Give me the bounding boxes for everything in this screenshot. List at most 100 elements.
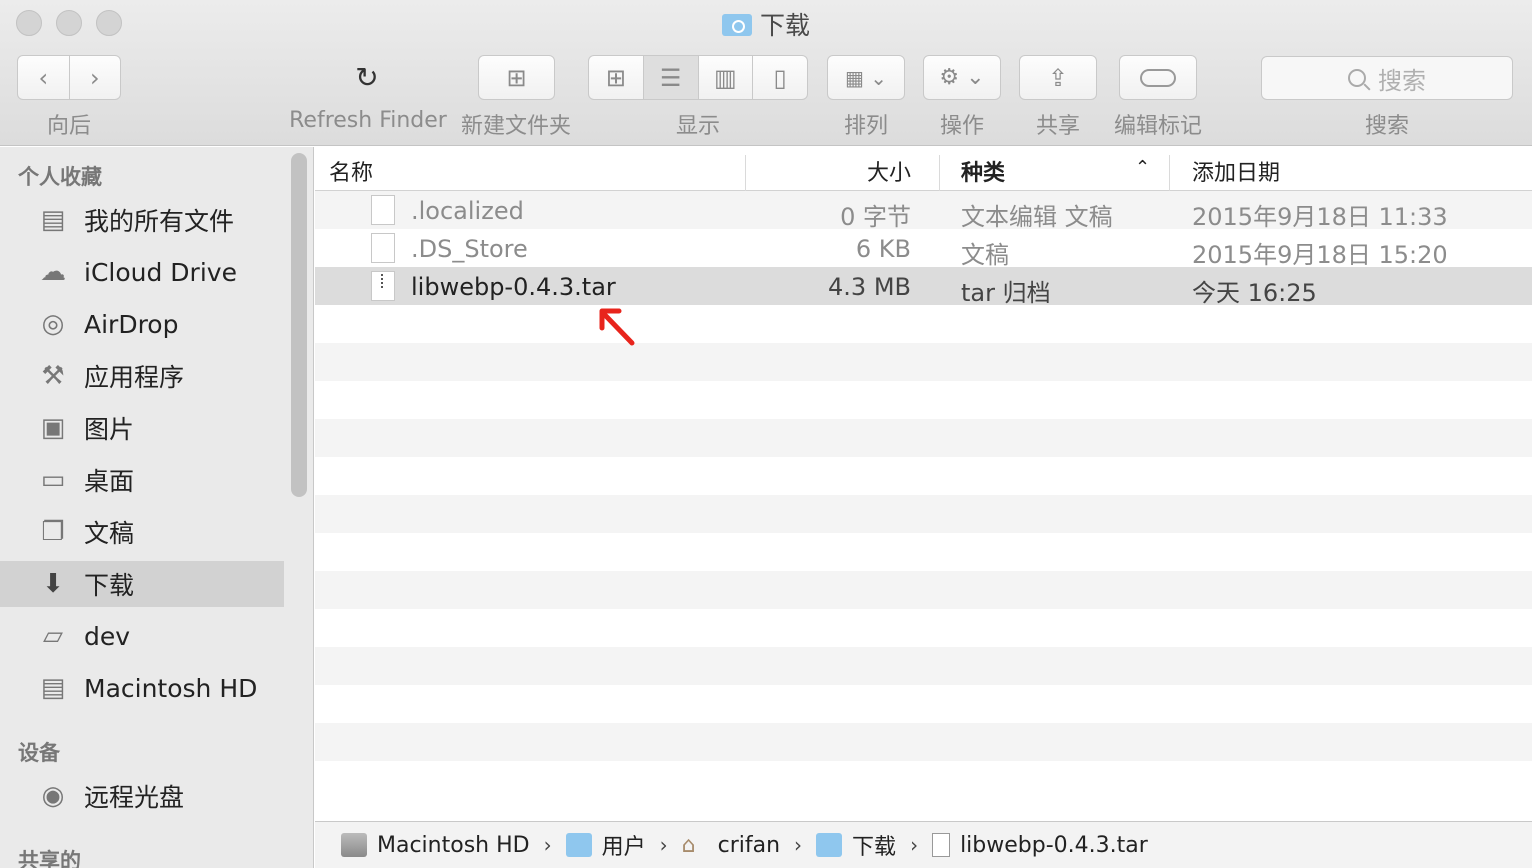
empty-row — [315, 381, 1532, 419]
share-icon: ⇪ — [1047, 63, 1069, 92]
arrange-label: 排列 — [843, 114, 888, 139]
refresh-finder-button[interactable]: ↻ — [330, 55, 404, 100]
icon-view-button[interactable]: ⊞ — [589, 56, 644, 99]
action-label: 操作 — [939, 114, 984, 139]
path-crumb-home[interactable]: ⌂ crifan — [682, 833, 780, 858]
list-icon: ☰ — [659, 63, 682, 92]
edit-tags-button[interactable] — [1119, 55, 1197, 100]
users-folder-icon — [565, 833, 592, 857]
path-crumb-downloads[interactable]: 下载 — [816, 829, 896, 861]
column-header-kind[interactable]: 种类 — [961, 155, 1005, 187]
sidebar-item-desktop[interactable]: ▭ 桌面 — [0, 457, 284, 503]
file-kind: 文稿 — [961, 241, 1009, 269]
sidebar-item-icloud-drive[interactable]: ☁ iCloud Drive — [0, 249, 284, 295]
sidebar-item-label: iCloud Drive — [84, 257, 237, 287]
sidebar-item-dev[interactable]: ▱ dev — [0, 613, 284, 659]
back-button[interactable]: ‹ — [18, 56, 70, 99]
file-name: .DS_Store — [411, 235, 528, 263]
share-label: 共享 — [1035, 114, 1080, 139]
empty-row — [315, 533, 1532, 571]
empty-row — [315, 457, 1532, 495]
file-date-added: 今天 16:25 — [1192, 279, 1317, 307]
sidebar-item-applications[interactable]: ⚒ 应用程序 — [0, 353, 284, 399]
column-header-size[interactable]: 大小 — [867, 155, 911, 187]
camera-icon: ▣ — [40, 413, 66, 443]
sidebar-item-label: AirDrop — [84, 309, 179, 339]
chevron-left-icon: ‹ — [38, 63, 49, 92]
sidebar-item-label: 图片 — [84, 415, 135, 444]
search-icon — [1348, 69, 1366, 87]
search-field[interactable]: 搜索 — [1261, 56, 1513, 100]
new-folder-button[interactable]: ⊞ — [478, 55, 555, 100]
sidebar-scrollbar[interactable] — [291, 153, 307, 497]
column-header-date-added[interactable]: 添加日期 — [1192, 155, 1280, 187]
column-view-button[interactable]: ▥ — [699, 56, 754, 99]
sidebar-item-label: 我的所有文件 — [84, 207, 235, 236]
hard-drive-icon: ▤ — [40, 673, 66, 703]
hard-drive-icon — [341, 833, 367, 857]
documents-icon: ❐ — [41, 517, 65, 547]
sidebar-item-documents[interactable]: ❐ 文稿 — [0, 509, 284, 555]
arrange-button[interactable]: ▦ ⌄ — [827, 55, 905, 100]
sidebar-item-all-files[interactable]: ▤ 我的所有文件 — [0, 197, 284, 243]
table-row[interactable]: .localized 0 字节 文本编辑 文稿 2015年9月18日 11:33 — [315, 191, 1532, 231]
sidebar-section-shared: 共享的 — [18, 849, 81, 868]
gallery-icon: ▯ — [773, 63, 787, 92]
tags-label: 编辑标记 — [1113, 114, 1202, 139]
sidebar-item-label: dev — [84, 621, 131, 651]
column-header-name[interactable]: 名称 — [329, 155, 373, 187]
action-button[interactable]: ⚙ ⌄ — [923, 55, 1001, 100]
refresh-icon: ↻ — [355, 61, 379, 94]
file-date-added: 2015年9月18日 11:33 — [1192, 203, 1448, 231]
path-crumb-label: 用户 — [601, 835, 646, 860]
sidebar-item-airdrop[interactable]: ◎ AirDrop — [0, 301, 284, 347]
empty-row — [315, 761, 1532, 799]
forward-button[interactable]: › — [70, 56, 121, 99]
gallery-view-button[interactable]: ▯ — [753, 56, 807, 99]
empty-row — [315, 609, 1532, 647]
new-folder-icon: ⊞ — [506, 63, 527, 92]
sidebar-item-downloads[interactable]: ⬇ 下载 — [0, 561, 284, 607]
share-button[interactable]: ⇪ — [1019, 55, 1097, 100]
empty-row — [315, 571, 1532, 609]
columns-icon: ▥ — [714, 63, 737, 92]
all-files-icon: ▤ — [40, 205, 66, 235]
column-divider[interactable] — [745, 155, 746, 191]
file-size: 6 KB — [855, 235, 911, 263]
sidebar-item-label: 文稿 — [84, 519, 135, 548]
sidebar-item-label: 桌面 — [84, 467, 135, 496]
file-name: .localized — [411, 197, 524, 225]
window-title-text: 下载 — [759, 11, 810, 40]
file-name: libwebp-0.4.3.tar — [411, 273, 616, 301]
path-crumb-label: 下载 — [852, 835, 897, 860]
path-crumb-label: Macintosh HD — [377, 832, 530, 858]
archive-file-icon — [932, 833, 951, 857]
column-divider[interactable] — [939, 155, 940, 191]
path-crumb-file[interactable]: libwebp-0.4.3.tar — [932, 833, 1148, 858]
empty-row — [315, 685, 1532, 723]
sidebar-item-pictures[interactable]: ▣ 图片 — [0, 405, 284, 451]
back-forward-control: ‹ › — [17, 55, 121, 100]
disc-icon: ◉ — [41, 781, 65, 811]
view-mode-control: ⊞ ☰ ▥ ▯ — [588, 55, 808, 100]
file-kind: tar 归档 — [961, 279, 1051, 307]
chevron-right-icon: › — [910, 833, 919, 857]
toolbar: 下载 ‹ › 向后 ↻ Refresh Finder ⊞ 新建文件夹 ⊞ ☰ ▥… — [0, 0, 1532, 146]
path-crumb-macintosh-hd[interactable]: Macintosh HD — [341, 833, 530, 858]
column-divider[interactable] — [1169, 155, 1170, 191]
file-list: 名称 大小 种类 ⌃ 添加日期 .localized 0 字节 文本编辑 文稿 … — [315, 147, 1532, 821]
empty-row — [315, 495, 1532, 533]
table-row[interactable]: libwebp-0.4.3.tar 4.3 MB tar 归档 今天 16:25 — [315, 267, 1532, 307]
sidebar-item-remote-disc[interactable]: ◉ 远程光盘 — [0, 773, 284, 819]
list-view-button[interactable]: ☰ — [643, 56, 699, 99]
column-header-row: 名称 大小 种类 ⌃ 添加日期 — [315, 147, 1532, 191]
sidebar-item-macintosh-hd[interactable]: ▤ Macintosh HD — [0, 665, 284, 711]
table-row[interactable]: .DS_Store 6 KB 文稿 2015年9月18日 15:20 — [315, 229, 1532, 269]
file-date-added: 2015年9月18日 15:20 — [1192, 241, 1448, 269]
tag-icon — [1140, 68, 1176, 87]
chevron-right-icon: › — [89, 63, 100, 92]
file-size: 0 字节 — [840, 203, 911, 231]
empty-row — [315, 647, 1532, 685]
path-crumb-users[interactable]: 用户 — [565, 829, 646, 861]
sidebar-item-label: 应用程序 — [84, 363, 185, 392]
